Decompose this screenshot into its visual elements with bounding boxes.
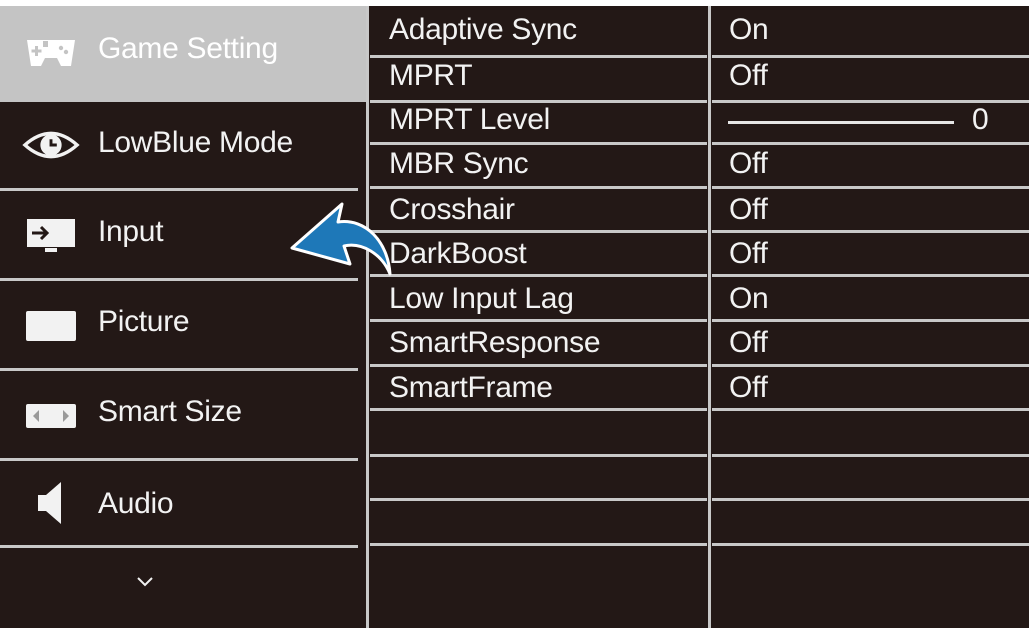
- sidebar-item-audio[interactable]: Audio: [0, 461, 358, 548]
- sidebar-item-smart-size[interactable]: Smart Size: [0, 371, 358, 458]
- setting-name-low-input-lag[interactable]: Low Input Lag: [389, 282, 574, 316]
- column-divider: [366, 6, 369, 628]
- setting-value-mprt-level: 0: [972, 103, 989, 136]
- row-divider: [370, 230, 707, 233]
- input-icon: [22, 213, 80, 257]
- sidebar-item-label: Audio: [98, 487, 174, 520]
- picture-icon: [22, 303, 80, 347]
- osd-menu: Game Setting LowBlue Mode Input Picture …: [0, 6, 1029, 628]
- row-divider: [712, 408, 1029, 411]
- row-divider: [712, 55, 1029, 58]
- row-divider: [712, 230, 1029, 233]
- setting-name-crosshair[interactable]: Crosshair: [389, 193, 515, 227]
- setting-value-mbr-sync[interactable]: Off: [729, 147, 768, 181]
- sidebar-item-label: Game Setting: [98, 32, 278, 65]
- sidebar-item-label: Smart Size: [98, 395, 242, 428]
- row-divider: [712, 274, 1029, 277]
- speaker-icon: [22, 481, 80, 525]
- eye-icon: [22, 123, 80, 167]
- setting-name-smartresponse[interactable]: SmartResponse: [389, 326, 601, 360]
- setting-name-adaptive-sync[interactable]: Adaptive Sync: [389, 13, 577, 47]
- row-divider: [370, 408, 707, 411]
- setting-name-mprt-level[interactable]: MPRT Level: [389, 103, 550, 137]
- mprt-level-slider[interactable]: [728, 121, 954, 124]
- row-divider: [712, 498, 1029, 501]
- sidebar-item-label: Picture: [98, 305, 190, 338]
- row-divider: [370, 364, 707, 367]
- row-divider: [712, 186, 1029, 189]
- sidebar-item-label: LowBlue Mode: [98, 126, 293, 159]
- setting-name-mbr-sync[interactable]: MBR Sync: [389, 147, 529, 181]
- row-divider: [370, 55, 707, 58]
- sidebar-item-picture[interactable]: Picture: [0, 281, 358, 368]
- column-divider: [708, 6, 711, 628]
- sidebar: Game Setting LowBlue Mode Input Picture …: [0, 6, 368, 628]
- row-divider: [712, 454, 1029, 457]
- row-divider: [370, 498, 707, 501]
- chevron-down-icon[interactable]: [134, 571, 156, 593]
- setting-value-smartframe[interactable]: Off: [729, 371, 768, 405]
- row-divider: [712, 543, 1029, 546]
- row-divider: [370, 454, 707, 457]
- row-divider: [712, 142, 1029, 145]
- row-divider: [370, 543, 707, 546]
- setting-name-darkboost[interactable]: DarkBoost: [389, 237, 527, 271]
- row-divider: [370, 142, 707, 145]
- sidebar-item-label: Input: [98, 215, 164, 248]
- smart-size-icon: [22, 393, 80, 437]
- sidebar-divider: [0, 545, 358, 548]
- setting-name-mprt[interactable]: MPRT: [389, 59, 473, 93]
- gamepad-icon: [22, 30, 80, 74]
- row-divider: [370, 274, 707, 277]
- row-divider: [370, 186, 707, 189]
- setting-value-darkboost[interactable]: Off: [729, 237, 768, 271]
- setting-name-smartframe[interactable]: SmartFrame: [389, 371, 553, 405]
- setting-value-crosshair[interactable]: Off: [729, 193, 768, 227]
- sidebar-item-game-setting[interactable]: Game Setting: [0, 6, 368, 102]
- setting-value-mprt[interactable]: Off: [729, 59, 768, 93]
- setting-value-adaptive-sync[interactable]: On: [729, 13, 769, 47]
- setting-value-low-input-lag[interactable]: On: [729, 282, 769, 316]
- row-divider: [712, 319, 1029, 322]
- sidebar-item-lowblue-mode[interactable]: LowBlue Mode: [0, 102, 358, 188]
- setting-value-smartresponse[interactable]: Off: [729, 326, 768, 360]
- row-divider: [370, 319, 707, 322]
- row-divider: [712, 364, 1029, 367]
- back-arrow-icon: [290, 202, 392, 276]
